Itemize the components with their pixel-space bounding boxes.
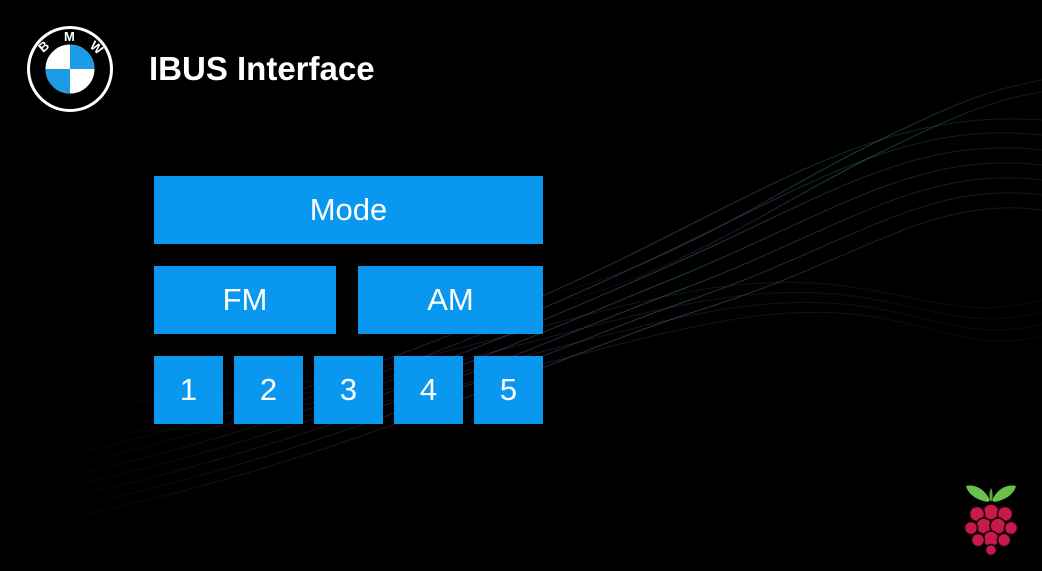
preset-5-button[interactable]: 5 bbox=[474, 356, 543, 424]
preset-4-button[interactable]: 4 bbox=[394, 356, 463, 424]
preset-2-button[interactable]: 2 bbox=[234, 356, 303, 424]
raspberry-pi-logo-icon bbox=[963, 485, 1019, 556]
ibus-screen: B M W IBUS Interface Mode FM AM 1 2 3 4 … bbox=[0, 0, 1042, 571]
bmw-letter-m: M bbox=[64, 29, 75, 44]
preset-1-button[interactable]: 1 bbox=[154, 356, 223, 424]
am-button[interactable]: AM bbox=[358, 266, 543, 334]
page-title: IBUS Interface bbox=[149, 50, 375, 87]
fm-button[interactable]: FM bbox=[154, 266, 336, 334]
mode-button[interactable]: Mode bbox=[154, 176, 543, 244]
preset-3-button[interactable]: 3 bbox=[314, 356, 383, 424]
bmw-logo-icon: B M W bbox=[27, 26, 113, 112]
